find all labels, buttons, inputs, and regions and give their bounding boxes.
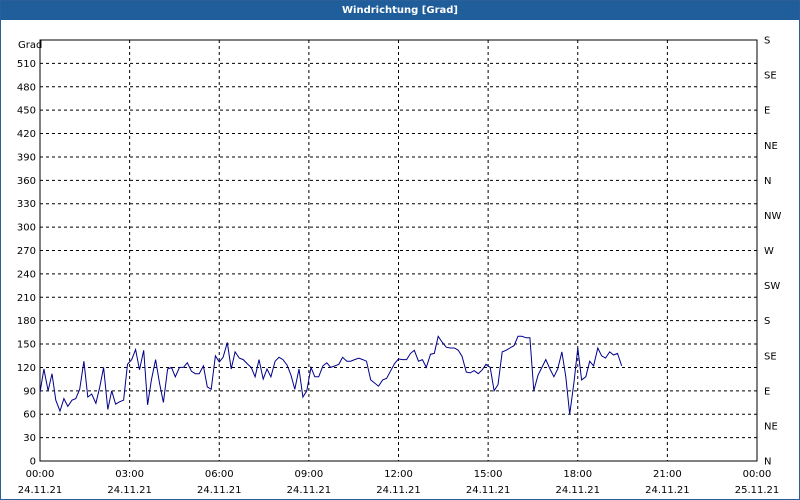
x-tick-date: 25.11.21: [735, 485, 780, 496]
x-tick-date: 24.11.21: [18, 485, 63, 496]
x-tick-date: 24.11.21: [376, 485, 421, 496]
y-tick-label: 390: [17, 152, 36, 163]
x-tick-time: 21:00: [653, 469, 682, 480]
series-line: [39, 335, 623, 415]
y-tick-label: 150: [17, 340, 36, 351]
y-tick-label: 300: [17, 223, 36, 234]
compass-tick-label: W: [764, 246, 774, 257]
compass-tick-label: E: [764, 106, 770, 117]
x-tick-date: 24.11.21: [645, 485, 690, 496]
y-tick-label: 0: [30, 457, 36, 468]
y-tick-label: 420: [17, 129, 36, 140]
compass-tick-label: S: [764, 316, 770, 327]
x-tick-time: 09:00: [294, 469, 323, 480]
compass-tick-label: SE: [764, 71, 777, 82]
y-tick-label: 240: [17, 269, 36, 280]
x-axis-ticks: 00:00 24.11.21 03:00 24.11.21 06:00 24.11.21 0…: [18, 469, 780, 496]
x-tick-date: 24.11.21: [466, 485, 511, 496]
y-tick-label: 510: [17, 59, 36, 70]
y-tick-label: 330: [17, 199, 36, 210]
y-axis-label: Grad: [18, 40, 42, 51]
x-tick-time: 00:00: [26, 469, 55, 480]
compass-tick-label: SE: [764, 351, 777, 362]
wind-direction-chart: 0 30 60 90 120 150 180 210 240 270 300 330 360 390 420…: [17, 36, 782, 497]
compass-tick-label: E: [764, 386, 770, 397]
y-axis-ticks: 0 30 60 90 120 150 180 210 240 270 300 330 360 390 420…: [17, 59, 36, 468]
y-tick-label: 480: [17, 82, 36, 93]
x-tick-date: 24.11.21: [287, 485, 332, 496]
x-tick-date: 24.11.21: [555, 485, 600, 496]
y-tick-label: 60: [23, 410, 36, 421]
compass-tick-label: N: [764, 176, 771, 187]
y-tick-label: 30: [23, 433, 36, 444]
y-tick-label: 270: [17, 246, 36, 257]
right-axis-ticks: N NE E SE S SW W NW N NE E SE S: [764, 36, 781, 468]
x-tick-time: 00:00: [743, 469, 772, 480]
y-tick-label: 90: [23, 386, 36, 397]
x-tick-time: 03:00: [115, 469, 144, 480]
x-tick-time: 18:00: [563, 469, 592, 480]
y-tick-label: 450: [17, 106, 36, 117]
compass-tick-label: NW: [764, 211, 781, 222]
x-tick-time: 15:00: [474, 469, 503, 480]
y-tick-label: 360: [17, 176, 36, 187]
y-tick-label: 180: [17, 316, 36, 327]
series: [39, 335, 623, 415]
compass-tick-label: NE: [764, 421, 778, 432]
x-tick-time: 06:00: [205, 469, 234, 480]
compass-tick-label: S: [764, 36, 770, 47]
x-tick-date: 24.11.21: [197, 485, 242, 496]
compass-tick-label: N: [764, 457, 771, 468]
x-tick-time: 12:00: [384, 469, 413, 480]
compass-tick-label: SW: [764, 281, 780, 292]
y-tick-label: 210: [17, 293, 36, 304]
x-tick-date: 24.11.21: [107, 485, 152, 496]
y-tick-label: 120: [17, 363, 36, 374]
compass-tick-label: NE: [764, 141, 778, 152]
